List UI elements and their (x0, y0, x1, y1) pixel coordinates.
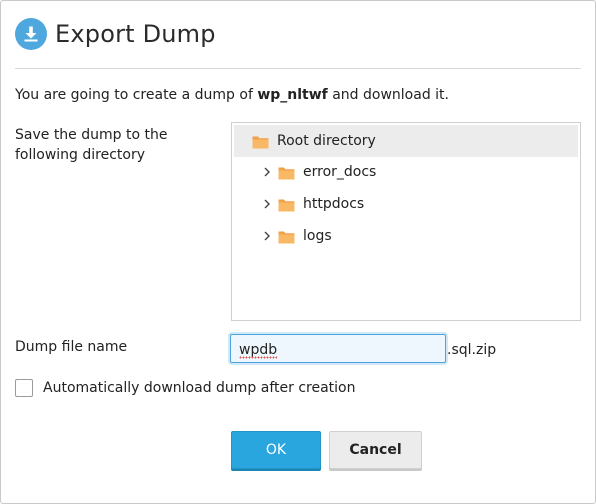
tree-item-label: logs (303, 228, 332, 244)
ok-button[interactable]: OK (231, 431, 321, 469)
tree-item-label: Root directory (277, 133, 376, 149)
directory-tree[interactable]: Root directory error_docs httpdocs logs (231, 122, 581, 321)
intro-text: You are going to create a dump of wp_nlt… (15, 87, 449, 103)
folder-icon (252, 134, 269, 149)
directory-label: Save the dump to the following directory (15, 127, 168, 163)
tree-item-root-directory[interactable]: Root directory (234, 125, 578, 157)
tree-item-logs[interactable]: logs (262, 224, 332, 248)
file-extension: .sql.zip (447, 342, 497, 358)
tree-item-httpdocs[interactable]: httpdocs (262, 192, 364, 216)
intro-prefix: You are going to create a dump of (15, 87, 258, 103)
cancel-button[interactable]: Cancel (329, 431, 422, 469)
tree-item-label: httpdocs (303, 196, 365, 212)
spellcheck-underline (239, 356, 277, 359)
dialog-header: Export Dump (15, 17, 216, 51)
tree-item-error-docs[interactable]: error_docs (262, 160, 376, 184)
folder-icon (278, 197, 295, 212)
tree-item-label: error_docs (303, 164, 377, 180)
auto-download-checkbox[interactable] (15, 379, 33, 397)
folder-icon (278, 229, 295, 244)
folder-icon (278, 165, 295, 180)
chevron-right-icon[interactable] (262, 199, 272, 209)
header-divider (15, 68, 581, 69)
database-name: wp_nltwf (257, 87, 328, 103)
chevron-right-icon[interactable] (262, 231, 272, 241)
auto-download-label[interactable]: Automatically download dump after creati… (43, 380, 356, 396)
chevron-right-icon[interactable] (262, 167, 272, 177)
export-dump-dialog: Export Dump You are going to create a du… (0, 0, 596, 504)
intro-suffix: and download it. (327, 87, 449, 103)
dump-file-name-label: Dump file name (15, 339, 128, 355)
download-icon (15, 18, 47, 50)
dialog-title: Export Dump (55, 20, 216, 48)
